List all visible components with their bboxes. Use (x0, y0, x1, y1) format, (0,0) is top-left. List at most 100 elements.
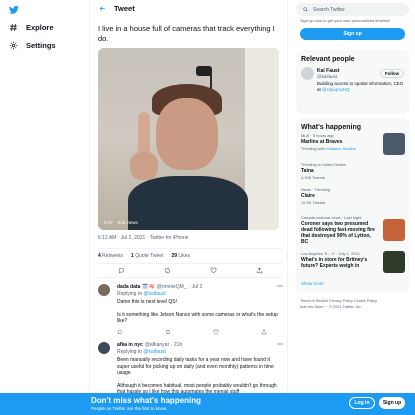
tweet-actions (98, 264, 283, 278)
main-column: Tweet I live in a house full of cameras … (89, 0, 288, 393)
left-navigation: Explore Settings (0, 0, 88, 393)
replying-to-label: Replying to (117, 290, 143, 297)
search-input[interactable]: Search Twitter (296, 3, 409, 16)
retweet-icon[interactable] (165, 329, 171, 335)
sidebar-signup-button[interactable]: Sign up (300, 28, 405, 40)
video-views: 915 views (117, 220, 138, 225)
tweet-timestamp[interactable]: 6:12 AM · Jul 2, 2021 · Twitter for iPho… (98, 235, 189, 241)
like-icon[interactable] (213, 329, 219, 335)
quotes-count: 1 (131, 253, 134, 259)
reply-text-line: Been manually recording daily tasks for … (117, 357, 274, 376)
search-icon (303, 7, 308, 12)
trend-item[interactable]: Los Angeles Ti... ✔ · July 1, 2021 What'… (301, 251, 405, 273)
trend-context: Los Angeles Ti... ✔ · July 1, 2021 (301, 251, 360, 256)
video-person-shirt (128, 176, 248, 230)
trend-subtitle-text: Trending with (301, 146, 326, 151)
retweets-stat[interactable]: 4 Retweets (98, 253, 123, 259)
replying-to: Replying to @kaifaust (117, 349, 283, 356)
likes-stat[interactable]: 29 Likes (171, 253, 190, 259)
relevant-people-panel: Relevant people Kai Faust @kaifaust Foll… (296, 50, 409, 114)
login-button[interactable]: Log in (349, 397, 375, 409)
avatar[interactable] (301, 67, 314, 80)
replying-to: Replying to @kaifaust (117, 291, 283, 298)
trend-title: Coroner says two presumed dead following… (301, 221, 375, 245)
trend-context: Canada national news · Last night (301, 215, 362, 220)
trend-context: News · Trending (301, 187, 331, 192)
reply-text-line: Damn this is next level QS! (117, 299, 178, 305)
quotes-stat[interactable]: 1 Quote Tweet (131, 253, 163, 259)
relevant-person-bio: Building access to spatial information, … (317, 81, 407, 92)
reply-date[interactable]: · 21h (171, 342, 182, 349)
reply-item[interactable]: dada data 🗓️🧠 @ronnieQM_ · Jul 2 Replyin… (90, 284, 287, 335)
likes-label: Likes (178, 253, 191, 259)
reply-actions (117, 328, 267, 335)
more-options-icon[interactable] (277, 342, 283, 346)
show-more-link[interactable]: Show more (301, 281, 324, 286)
banner-subtitle: People on Twitter are the first to know. (91, 406, 168, 411)
reply-item[interactable]: afka in nyc @afkanyat · 21h Replying to … (90, 342, 287, 394)
video-person-face (156, 98, 218, 170)
back-arrow-icon[interactable] (99, 5, 106, 12)
relevant-person-handle[interactable]: @kaifaust (317, 74, 337, 79)
replying-to-label: Replying to (117, 348, 143, 355)
nav-settings[interactable]: Settings (9, 38, 56, 52)
share-icon[interactable] (256, 267, 263, 274)
avatar[interactable] (98, 284, 110, 296)
trend-item[interactable]: MLB · 5 hours ago Marlins at Braves Tren… (301, 133, 405, 155)
share-icon[interactable] (261, 328, 267, 335)
trend-context: Trending in United States (301, 162, 346, 167)
reply-text-line: Is it something like Jetson Nanos with s… (117, 311, 278, 325)
trend-thumbnail (383, 133, 405, 155)
bio-link[interactable]: @cityupsyHQ (322, 87, 350, 92)
right-sidebar: Search Twitter Sign up now to get your o… (296, 0, 410, 393)
likes-count: 29 (171, 253, 178, 259)
retweets-count: 4 (98, 253, 101, 259)
reply-icon[interactable] (118, 267, 125, 274)
footer-links: Terms of Service Privacy Policy Cookie P… (296, 298, 409, 310)
trend-item[interactable]: News · Trending Claire 15.9K Tweets (301, 187, 405, 205)
reply-text-line: Although it becomes habitual, most peopl… (117, 382, 277, 394)
video-time: 0:17 (104, 220, 113, 225)
avatar[interactable] (98, 342, 110, 354)
retweet-icon[interactable] (164, 267, 171, 274)
nav-explore-label: Explore (26, 22, 54, 32)
nav-explore[interactable]: Explore (9, 20, 54, 34)
page-title: Tweet (114, 4, 135, 13)
trend-item[interactable]: Trending in United States Taina 4,338 Tw… (301, 162, 405, 180)
signup-button[interactable]: Sign up (379, 397, 405, 409)
tweet-text: I live in a house full of cameras that t… (98, 24, 275, 43)
signup-banner: Don't miss what's happening People on Tw… (0, 393, 415, 415)
trend-subtitle: 4,338 Tweets (301, 175, 325, 180)
trend-thumbnail (383, 251, 405, 273)
more-options-icon[interactable] (277, 284, 283, 288)
replying-to-handle[interactable]: @kaifaust (143, 349, 165, 355)
whats-happening-panel: What's happening MLB · 5 hours ago Marli… (296, 118, 409, 292)
tweet-stats: 4 Retweets 1 Quote Tweet 29 Likes (98, 248, 283, 264)
trend-title: Claire (301, 193, 315, 199)
signup-prompt: Sign up now to get your own personalized… (296, 18, 409, 44)
reply-date[interactable]: · Jul 2 (189, 284, 203, 291)
gear-icon (9, 41, 18, 49)
relevant-people-title: Relevant people (301, 56, 355, 63)
video-hand (130, 152, 158, 180)
trend-title: What's in store for Britney's future? Ex… (301, 257, 368, 269)
signup-hint: Sign up now to get your own personalized… (300, 18, 391, 23)
video-door (245, 48, 279, 230)
video-overlay: 0:17 915 views (104, 220, 138, 225)
trend-links[interactable]: #Atlanta, Marlins (326, 146, 356, 151)
trend-title: Taina (301, 168, 314, 174)
nav-settings-label: Settings (26, 40, 56, 50)
tweet-video[interactable]: 0:17 915 views (98, 48, 279, 230)
like-icon[interactable] (210, 267, 217, 274)
reply-icon[interactable] (117, 329, 123, 335)
replying-to-handle[interactable]: @kaifaust (143, 291, 165, 297)
trend-item[interactable]: Canada national news · Last night Corone… (301, 215, 405, 245)
footer-line[interactable]: Ads info More ··· © 2021 Twitter, Inc. (300, 304, 409, 310)
quotes-label: Quote Tweet (135, 253, 164, 259)
twitter-logo-icon[interactable] (9, 5, 19, 15)
tweet-header: Tweet (90, 0, 287, 17)
search-placeholder: Search Twitter (313, 6, 345, 13)
trend-thumbnail (383, 219, 405, 241)
follow-button[interactable]: Follow (380, 69, 404, 78)
retweets-label: Retweets (102, 253, 124, 259)
